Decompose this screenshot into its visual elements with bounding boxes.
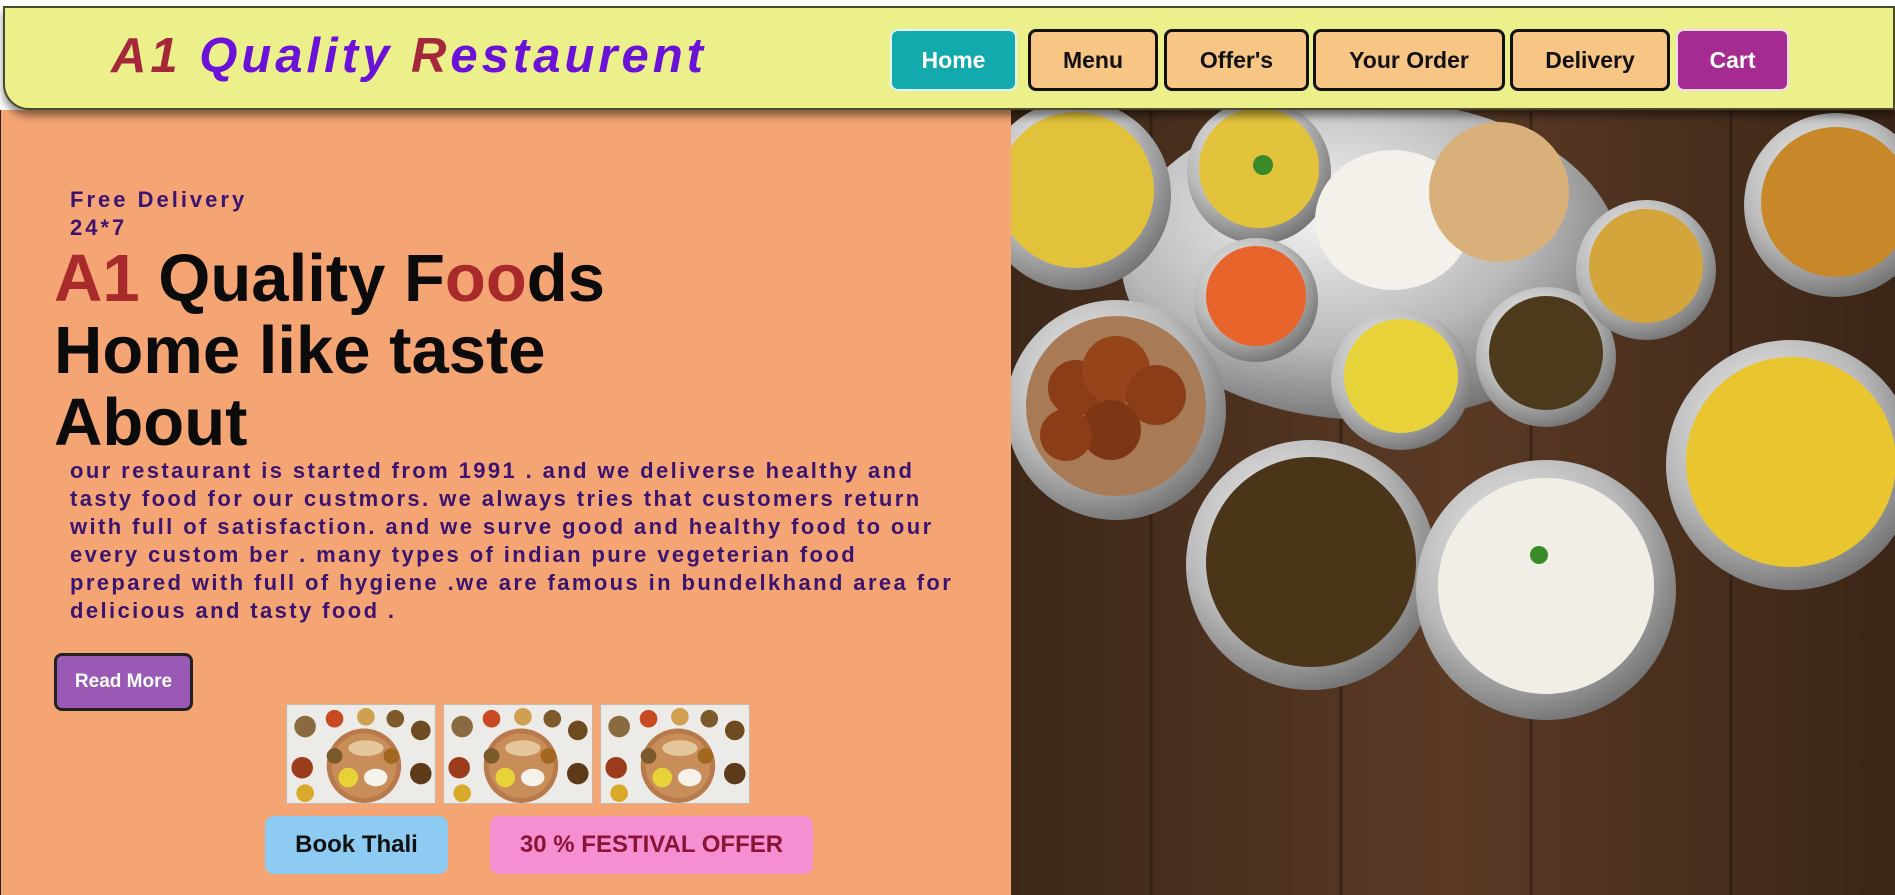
read-more-button[interactable]: Read More bbox=[54, 653, 193, 711]
tagline-line2: 24*7 bbox=[70, 215, 128, 240]
headline-ds: ds bbox=[526, 241, 605, 316]
nav-offers-button[interactable]: Offer's bbox=[1164, 29, 1309, 91]
indian-food-spread-image bbox=[1011, 110, 1895, 895]
nav-cart-button[interactable]: Cart bbox=[1676, 29, 1789, 91]
hero-headline: A1 Quality Foods Home like taste About bbox=[54, 243, 605, 459]
brand-part-estaurent: estaurent bbox=[450, 29, 707, 83]
thali-plate-image bbox=[601, 705, 749, 803]
about-paragraph: our restaurant is started from 1991 . an… bbox=[70, 458, 954, 623]
food-photo-illustration bbox=[1011, 110, 1895, 895]
thali-thumbnail-1[interactable] bbox=[286, 704, 436, 804]
headline-oo: oo bbox=[444, 241, 527, 316]
headline-line3: About bbox=[54, 385, 248, 460]
delivery-tagline: Free Delivery 24*7 bbox=[70, 186, 330, 242]
thali-plate-image bbox=[287, 705, 435, 803]
headline-line1: A1 Quality Foods bbox=[54, 243, 605, 315]
headline-line2: Home like taste bbox=[54, 313, 546, 388]
brand-part-quality: Quality bbox=[199, 29, 411, 83]
nav-menu-button[interactable]: Menu bbox=[1028, 29, 1158, 91]
nav-delivery-button[interactable]: Delivery bbox=[1510, 29, 1670, 91]
book-thali-button[interactable]: Book Thali bbox=[265, 816, 448, 874]
tagline-line1: Free Delivery bbox=[70, 187, 248, 212]
thali-thumbnail-3[interactable] bbox=[600, 704, 750, 804]
brand-logo-text[interactable]: A1 Quality Restaurent bbox=[111, 28, 707, 84]
brand-part-r: R bbox=[410, 29, 451, 83]
thali-thumbnail-2[interactable] bbox=[443, 704, 593, 804]
nav-home-button[interactable]: Home bbox=[890, 29, 1017, 91]
hero-panel: Free Delivery 24*7 A1 Quality Foods Home… bbox=[0, 110, 1011, 895]
brand-part-a1: A1 bbox=[111, 29, 200, 83]
festival-offer-button[interactable]: 30 % FESTIVAL OFFER bbox=[490, 816, 813, 874]
header: A1 Quality Restaurent Home Menu Offer's … bbox=[3, 6, 1895, 110]
page: A1 Quality Restaurent Home Menu Offer's … bbox=[0, 0, 1895, 895]
headline-a1: A1 bbox=[54, 241, 140, 316]
nav-your-order-button[interactable]: Your Order bbox=[1313, 29, 1505, 91]
headline-quality: Quality F bbox=[139, 241, 445, 316]
thali-plate-image bbox=[444, 705, 592, 803]
